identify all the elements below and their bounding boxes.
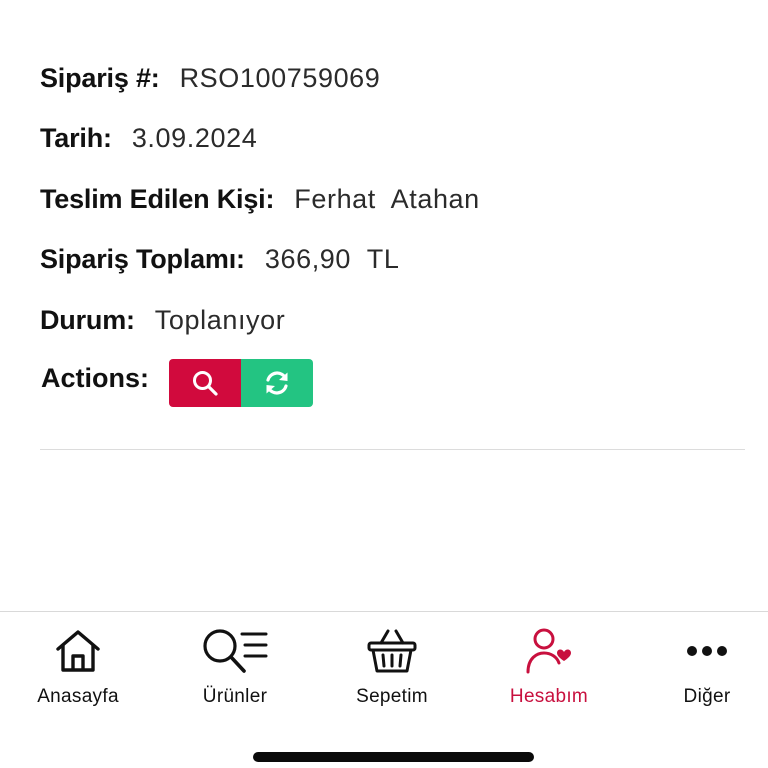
- recipient-label: Teslim Edilen Kişi:: [40, 183, 275, 214]
- status-value: Toplanıyor: [154, 304, 286, 335]
- order-number-row: Sipariş #: RSO100759069: [40, 58, 745, 98]
- refresh-button[interactable]: [241, 358, 313, 407]
- search-icon: [193, 370, 218, 396]
- order-total-value: 366,90 TL: [264, 244, 400, 275]
- tab-label-hesabim: Hesabım: [509, 686, 589, 707]
- tab-label-diger: Diğer: [683, 686, 731, 707]
- status-label: Durum:: [40, 304, 135, 335]
- tab-hesabim[interactable]: Hesabım: [472, 612, 626, 722]
- refresh-icon: [266, 371, 288, 395]
- actions-row: Actions:: [40, 355, 745, 407]
- search-button[interactable]: [169, 358, 241, 407]
- order-details: Sipariş #: RSO100759069 Tarih: 3.09.2024…: [40, 58, 745, 407]
- home-icon: [53, 626, 103, 676]
- basket-icon: [366, 626, 418, 676]
- order-date-row: Tarih: 3.09.2024: [40, 119, 745, 159]
- actions-label: Actions:: [41, 363, 149, 394]
- bottom-tab-bar: Anasayfa Ürünler Sepetim Hesabım Diğer: [0, 611, 768, 768]
- account-heart-icon: [524, 626, 574, 676]
- order-total-row: Sipariş Toplamı: 366,90 TL: [40, 240, 745, 280]
- tab-sepetim[interactable]: Sepetim: [315, 612, 469, 722]
- tab-anasayfa[interactable]: Anasayfa: [1, 612, 155, 722]
- order-date-value: 3.09.2024: [131, 123, 258, 154]
- tab-label-anasayfa: Anasayfa: [37, 686, 119, 707]
- tab-urunler[interactable]: Ürünler: [158, 612, 312, 722]
- recipient-value: Ferhat Atahan: [294, 183, 480, 214]
- status-row: Durum: Toplanıyor: [40, 300, 745, 340]
- section-divider: [40, 449, 745, 450]
- recipient-row: Teslim Edilen Kişi: Ferhat Atahan: [40, 179, 745, 219]
- tab-label-sepetim: Sepetim: [356, 686, 428, 707]
- order-date-label: Tarih:: [40, 123, 112, 154]
- actions-button-group: [169, 358, 313, 407]
- tab-diger[interactable]: Diğer: [630, 612, 768, 722]
- order-total-label: Sipariş Toplamı:: [40, 244, 245, 275]
- products-list-icon: [200, 626, 270, 676]
- order-number-label: Sipariş #:: [40, 62, 160, 93]
- home-indicator[interactable]: [253, 752, 534, 762]
- more-dots-icon: [685, 626, 729, 676]
- tab-label-urunler: Ürünler: [202, 686, 268, 707]
- order-number-value: RSO100759069: [179, 62, 381, 93]
